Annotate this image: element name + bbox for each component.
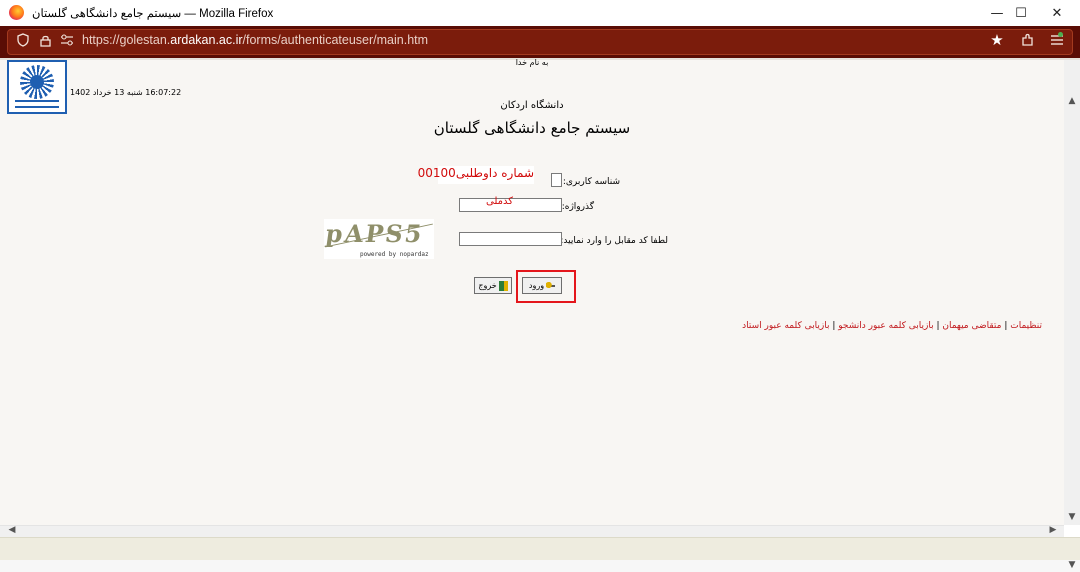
- captcha-image: pAPS5 powered by nopardaz: [324, 219, 434, 259]
- scroll-up-icon[interactable]: ▲: [1064, 96, 1080, 106]
- vertical-scrollbar[interactable]: [1064, 60, 1080, 525]
- permissions-icon[interactable]: [59, 32, 75, 48]
- scroll-left-icon[interactable]: ◀: [6, 525, 18, 535]
- window-titlebar: سیستم جامع دانشگاهی گلستان — Mozilla Fir…: [0, 0, 1080, 26]
- firefox-logo-icon: [9, 5, 24, 20]
- bottom-strip: [0, 560, 1080, 572]
- footer-links: تنظیمات | متقاضی میهمان | بازیابی کلمه ع…: [742, 321, 1042, 331]
- bottom-scroll-down-icon[interactable]: ▼: [1064, 560, 1080, 570]
- close-window-button[interactable]: ✕: [1034, 0, 1080, 26]
- url-prefix: https://golestan.: [82, 33, 171, 47]
- logo-disc-icon: [20, 65, 54, 99]
- horizontal-scrollbar[interactable]: [0, 525, 1064, 537]
- url-path: /forms/authenticateuser/main.htm: [242, 33, 429, 47]
- exit-button-label: خروج: [478, 281, 497, 290]
- besmellah-text: به نام خدا: [515, 58, 549, 67]
- bookmark-star-icon[interactable]: ★: [989, 31, 1005, 49]
- link-settings[interactable]: تنظیمات: [1010, 321, 1042, 331]
- exit-button[interactable]: خروج: [474, 277, 512, 294]
- link-separator: |: [1004, 321, 1008, 331]
- link-separator: |: [936, 321, 940, 331]
- browser-toolbar: https://golestan.ardakan.ac.ir/forms/aut…: [0, 26, 1080, 58]
- captcha-label: لطفا کد مقابل را وارد نمایید:: [560, 236, 668, 246]
- link-professor-password-recovery[interactable]: بازیابی کلمه عبور استاد: [742, 321, 829, 331]
- link-separator: |: [832, 321, 836, 331]
- captcha-input[interactable]: [459, 232, 562, 246]
- url-host: ardakan.ac.ir: [170, 33, 243, 47]
- username-input[interactable]: [551, 173, 562, 187]
- shield-icon[interactable]: [15, 32, 31, 48]
- link-student-password-recovery[interactable]: بازیابی کلمه عبور دانشجو: [838, 321, 933, 331]
- university-name: دانشگاه اردکان: [500, 100, 564, 111]
- window-title: سیستم جامع دانشگاهی گلستان — Mozilla Fir…: [32, 8, 274, 20]
- url-text[interactable]: https://golestan.ardakan.ac.ir/forms/aut…: [82, 33, 428, 47]
- password-hint: کدملی: [486, 196, 514, 207]
- captcha-caption: powered by nopardaz: [360, 251, 429, 258]
- datetime-text: 16:07:22 شنبه 13 خرداد 1402: [70, 88, 182, 97]
- lock-icon[interactable]: [37, 32, 53, 48]
- username-hint: شماره داوطلبی00100: [418, 166, 534, 184]
- scroll-right-icon[interactable]: ▶: [1047, 525, 1059, 535]
- status-bar: [0, 537, 1080, 560]
- system-title: سیستم جامع دانشگاهی گلستان: [433, 119, 631, 137]
- login-highlight-box: [516, 270, 576, 303]
- extensions-icon[interactable]: [1020, 32, 1036, 48]
- scroll-down-icon[interactable]: ▼: [1064, 512, 1080, 522]
- update-dot-icon: [1058, 32, 1063, 37]
- exit-door-icon: [498, 280, 508, 291]
- link-guest-applicant[interactable]: متقاضی میهمان: [942, 321, 1001, 331]
- password-label: گذرواژه:: [561, 202, 594, 212]
- username-label: شناسه کاربری:: [562, 177, 620, 187]
